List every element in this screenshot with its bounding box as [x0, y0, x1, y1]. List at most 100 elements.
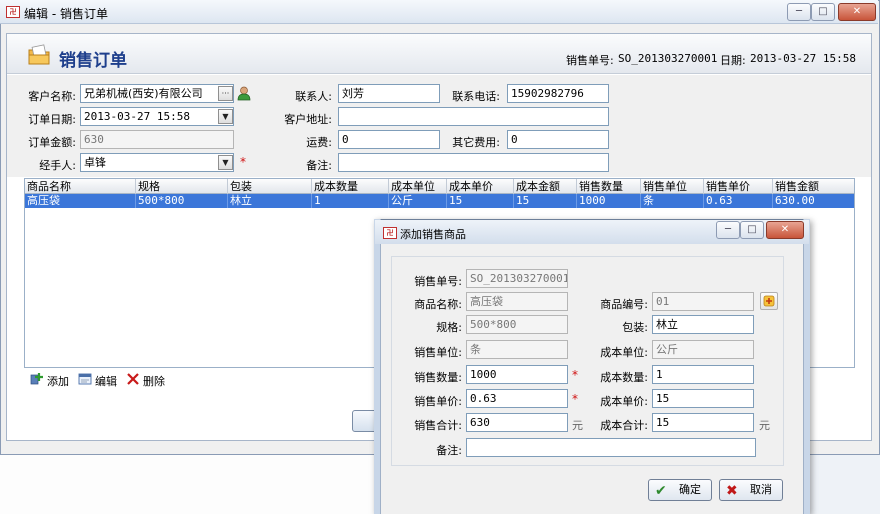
order-date-label: 订单日期: — [28, 113, 76, 126]
date-label: 日期: — [720, 54, 746, 67]
required-mark: * — [240, 155, 246, 169]
grid-cell[interactable]: 500*800 — [136, 194, 228, 208]
folder-icon — [28, 44, 50, 65]
required-mark: * — [572, 368, 578, 382]
contact-label: 联系人: — [295, 90, 332, 103]
order-date-dropdown-button[interactable]: ▼ — [218, 109, 233, 124]
user-icon[interactable] — [237, 86, 251, 101]
dlg-sale-total-field[interactable]: 630 — [466, 413, 568, 432]
dlg-cost-price-label: 成本单价: — [600, 395, 648, 408]
dlg-cost-price-field[interactable]: 15 — [652, 389, 754, 408]
grid-cell[interactable]: 1 — [312, 194, 389, 208]
yuan-unit-label: 元 — [759, 419, 770, 432]
dlg-cost-total-field[interactable]: 15 — [652, 413, 754, 432]
phone-field[interactable]: 15902982796 — [507, 84, 609, 103]
page-title: 销售订单 — [59, 51, 127, 71]
check-icon: ✔ — [655, 483, 667, 499]
column-header[interactable]: 销售数量 — [577, 179, 641, 194]
column-header[interactable]: 商品名称 — [25, 179, 136, 194]
grid-cell[interactable]: 公斤 — [389, 194, 447, 208]
column-header[interactable]: 成本单价 — [447, 179, 514, 194]
address-label: 客户地址: — [284, 113, 332, 126]
dlg-sale-total-label: 销售合计: — [414, 419, 462, 432]
handler-field[interactable]: 卓锋 — [80, 153, 234, 172]
remark-label: 备注: — [306, 159, 332, 172]
dialog-maximize-button[interactable]: □ — [740, 221, 764, 239]
dialog-frame-left — [374, 219, 381, 514]
address-field[interactable] — [338, 107, 609, 126]
dlg-sale-price-label: 销售单价: — [414, 395, 462, 408]
grid-cell[interactable]: 1000 — [577, 194, 641, 208]
grid-cell[interactable]: 林立 — [228, 194, 312, 208]
column-header[interactable]: 成本单位 — [389, 179, 447, 194]
grid-cell[interactable]: 条 — [641, 194, 704, 208]
dlg-cost-unit-label: 成本单位: — [600, 346, 648, 359]
dlg-remark-field[interactable] — [466, 438, 756, 457]
required-mark: * — [572, 392, 578, 406]
customer-field[interactable]: 兄弟机械(西安)有限公司 — [80, 84, 234, 103]
cancel-button[interactable]: ✖ 取消 — [719, 479, 783, 501]
column-header[interactable]: 销售金额 — [773, 179, 854, 194]
date-value: 2013-03-27 15:58 — [750, 52, 856, 65]
add-icon[interactable] — [30, 372, 44, 386]
column-header[interactable]: 销售单位 — [641, 179, 704, 194]
edit-icon[interactable] — [78, 372, 92, 386]
dlg-cost-qty-field[interactable]: 1 — [652, 365, 754, 384]
app-icon: 卍 — [6, 6, 20, 18]
dlg-remark-label: 备注: — [436, 444, 462, 457]
column-header[interactable]: 销售单价 — [704, 179, 773, 194]
dlg-pack-field[interactable]: 林立 — [652, 315, 754, 334]
freight-field[interactable]: 0 — [338, 130, 440, 149]
minimize-button[interactable]: ─ — [787, 3, 811, 21]
freight-label: 运费: — [306, 136, 332, 149]
dlg-spec-label: 规格: — [436, 321, 462, 334]
handler-dropdown-button[interactable]: ▼ — [218, 155, 233, 170]
remark-field[interactable] — [338, 153, 609, 172]
order-no-label: 销售单号: — [566, 54, 614, 67]
customer-lookup-button[interactable]: ··· — [218, 86, 233, 101]
delete-icon[interactable] — [126, 372, 140, 386]
dialog-app-icon: 卍 — [383, 227, 397, 239]
delete-button[interactable]: 删除 — [143, 373, 165, 389]
dlg-product-name-field: 高压袋 — [466, 292, 568, 311]
main-window-title: 编辑 - 销售订单 — [24, 7, 108, 21]
dlg-order-no-field: SO_201303270001 — [466, 269, 568, 288]
amount-label: 订单金额: — [28, 136, 76, 149]
dialog-frame-right — [803, 219, 810, 514]
grid-cell[interactable]: 15 — [514, 194, 577, 208]
ok-button[interactable]: ✔ 确定 — [648, 479, 712, 501]
dlg-product-name-label: 商品名称: — [414, 298, 462, 311]
dlg-sale-unit-field: 条 — [466, 340, 568, 359]
add-button[interactable]: 添加 — [47, 373, 69, 389]
cancel-button-label: 取消 — [750, 483, 772, 496]
dialog-minimize-button[interactable]: ─ — [716, 221, 740, 239]
other-fee-field[interactable]: 0 — [507, 130, 609, 149]
dlg-sale-price-field[interactable]: 0.63 — [466, 389, 568, 408]
main-window-titlebar[interactable] — [0, 0, 878, 24]
grid-cell[interactable]: 高压袋 — [25, 194, 136, 208]
dialog-title: 添加销售商品 — [400, 228, 466, 241]
column-header[interactable]: 包装 — [228, 179, 312, 194]
phone-label: 联系电话: — [452, 90, 500, 103]
column-header[interactable]: 成本金额 — [514, 179, 577, 194]
dlg-product-code-field: 01 — [652, 292, 754, 311]
order-date-field[interactable]: 2013-03-27 15:58 — [80, 107, 234, 126]
dlg-product-code-label: 商品编号: — [600, 298, 648, 311]
column-header[interactable]: 规格 — [136, 179, 228, 194]
dialog-close-button[interactable]: ✕ — [766, 221, 804, 239]
edit-button[interactable]: 编辑 — [95, 373, 117, 389]
order-no-value: SO_201303270001 — [618, 52, 718, 65]
contact-field[interactable]: 刘芳 — [338, 84, 440, 103]
pick-product-button[interactable] — [760, 292, 778, 310]
plus-icon — [763, 295, 775, 307]
maximize-button[interactable]: □ — [811, 3, 835, 21]
grid-cell[interactable]: 630.00 — [773, 194, 854, 208]
ok-button-label: 确定 — [679, 483, 701, 496]
grid-cell[interactable]: 0.63 — [704, 194, 773, 208]
grid-cell[interactable]: 15 — [447, 194, 514, 208]
close-button[interactable]: ✕ — [838, 3, 876, 21]
customer-label: 客户名称: — [28, 90, 76, 103]
column-header[interactable]: 成本数量 — [312, 179, 389, 194]
dlg-sale-qty-field[interactable]: 1000 — [466, 365, 568, 384]
dlg-cost-total-label: 成本合计: — [600, 419, 648, 432]
